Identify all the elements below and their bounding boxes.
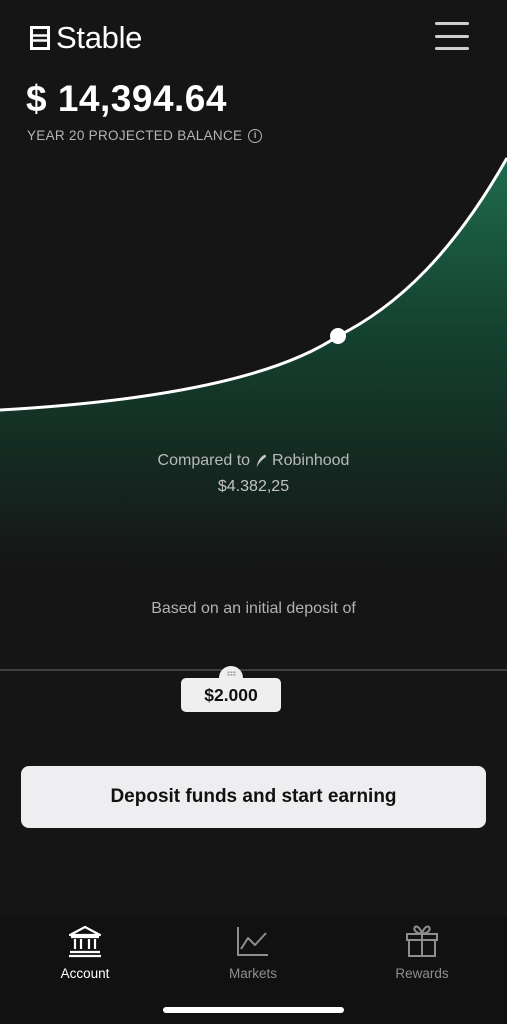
competitor-name: Robinhood [272, 452, 350, 469]
comparison-prefix: Compared to [157, 452, 251, 469]
projected-balance-label: YEAR 20 PROJECTED BALANCE i [27, 128, 263, 143]
projection-chart [0, 157, 507, 570]
line-chart-icon [237, 927, 268, 956]
app-header: Stable [0, 0, 507, 80]
deposit-slider-thumb[interactable]: $2.000 [181, 666, 281, 714]
deposit-amount: $2.000 [181, 678, 281, 712]
bank-icon [68, 925, 102, 958]
projection-area [0, 158, 507, 570]
info-icon[interactable]: i [248, 128, 263, 143]
projection-marker[interactable] [330, 328, 346, 344]
tab-markets[interactable]: Markets [168, 924, 338, 981]
competitor-value: $4.382,25 [217, 478, 290, 495]
comparison-block: Compared to Robinhood $4.382,25 [0, 452, 507, 496]
projected-balance: $ 14,394.64 [26, 78, 227, 119]
deposit-caption: Based on an initial deposit of [151, 600, 356, 617]
tab-markets-label: Markets [228, 966, 277, 981]
deposit-funds-button[interactable]: Deposit funds and start earning [21, 766, 486, 828]
gift-icon [406, 925, 438, 957]
stable-logo-icon [30, 26, 50, 50]
tab-account[interactable]: Account [0, 924, 170, 981]
tab-account-label: Account [60, 966, 110, 981]
tab-rewards[interactable]: Rewards [337, 924, 507, 981]
home-indicator[interactable] [163, 1007, 344, 1013]
app-name: Stable [56, 20, 143, 55]
tab-rewards-label: Rewards [395, 966, 449, 981]
hamburger-menu-icon[interactable] [435, 22, 469, 50]
feather-icon [256, 454, 267, 468]
app-logo: Stable [30, 20, 142, 56]
balance-label-text: YEAR 20 PROJECTED BALANCE [27, 128, 243, 143]
